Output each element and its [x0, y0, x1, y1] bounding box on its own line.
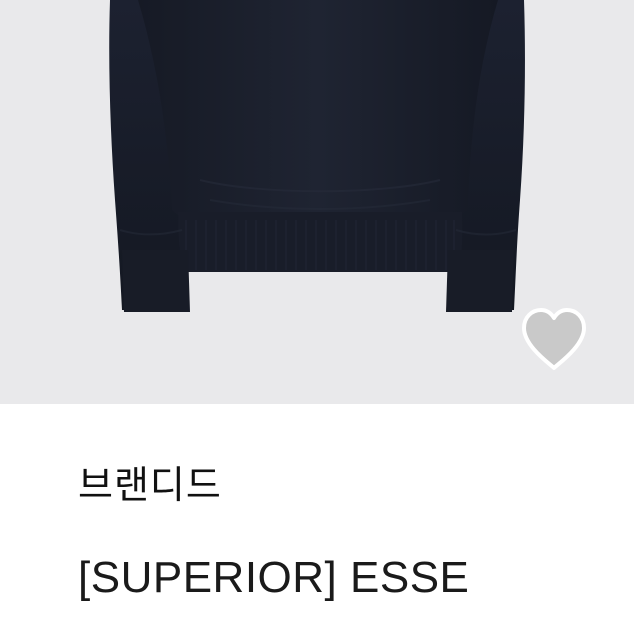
brand-name[interactable]: 브랜디드: [78, 460, 222, 510]
wishlist-button[interactable]: [516, 304, 592, 374]
heart-icon: [522, 308, 586, 370]
product-image[interactable]: [0, 0, 634, 404]
product-card[interactable]: 브랜디드 [SUPERIOR] ESSE: [0, 0, 634, 634]
product-info: 브랜디드 [SUPERIOR] ESSE: [0, 404, 634, 634]
product-name[interactable]: [SUPERIOR] ESSE: [78, 550, 469, 606]
